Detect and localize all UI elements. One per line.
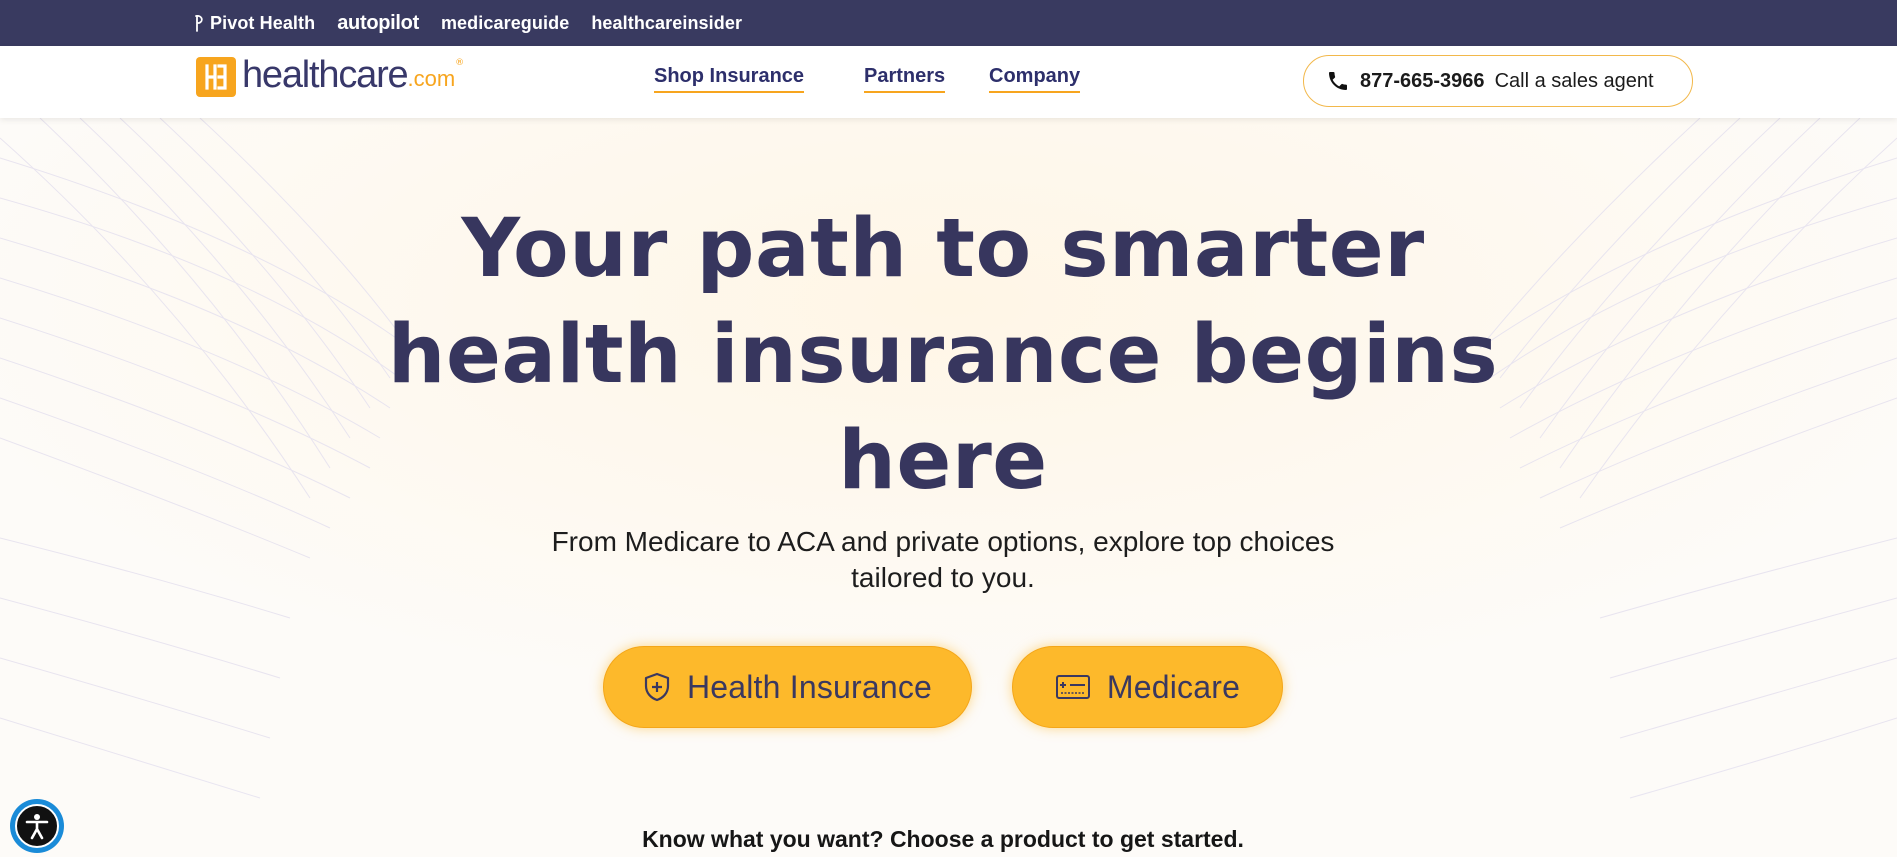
call-sales-button[interactable]: 877-665-3966 Call a sales agent xyxy=(1303,55,1693,107)
site-logo[interactable]: healthcare .com ® xyxy=(196,56,464,98)
hero-title-line: health insurance begins xyxy=(387,308,1499,402)
accessibility-icon xyxy=(25,814,49,840)
brand-bar: Pivot Health autopilot medicareguide hea… xyxy=(0,0,1897,46)
logo-mark-icon xyxy=(196,57,236,97)
nav-shop-insurance[interactable]: Shop Insurance xyxy=(654,65,805,93)
brand-link-healthcareinsider[interactable]: healthcareinsider xyxy=(591,13,742,34)
hero-title-line: here xyxy=(838,414,1048,508)
shield-plus-icon xyxy=(644,672,670,702)
phone-number: 877-665-3966 xyxy=(1360,69,1485,92)
brand-link-autopilot[interactable]: autopilot xyxy=(337,12,419,35)
medicare-label: Medicare xyxy=(1106,668,1241,705)
medicare-card-icon xyxy=(1055,675,1090,699)
hero-title-line: Your path to smarter xyxy=(461,202,1425,296)
phone-label: Call a sales agent xyxy=(1494,69,1654,92)
phone-icon xyxy=(1329,72,1347,90)
brand-label: Pivot Health xyxy=(210,12,316,33)
logo-registered-mark: ® xyxy=(455,58,465,68)
accessibility-button[interactable] xyxy=(10,799,64,853)
brand-link-medicareguide[interactable]: medicareguide xyxy=(441,13,569,34)
nav-company[interactable]: Company xyxy=(989,65,1081,93)
hero-title: Your path to smarter health insurance be… xyxy=(0,196,1886,514)
pivot-health-icon xyxy=(195,15,203,32)
product-prompt: Know what you want? Choose a product to … xyxy=(642,826,1244,852)
hero-subtitle-line: tailored to you. xyxy=(851,562,1035,593)
brand-link-pivot-health[interactable]: Pivot Health xyxy=(192,13,315,34)
nav-partners[interactable]: Partners xyxy=(864,65,946,93)
hero-subtitle: From Medicare to ACA and private options… xyxy=(0,524,1886,596)
logo-text: healthcare xyxy=(242,54,409,96)
health-insurance-label: Health Insurance xyxy=(686,668,933,705)
site-header: healthcare .com ® Shop Insurance Partner… xyxy=(0,46,1897,118)
health-insurance-button[interactable]: Health Insurance xyxy=(603,646,972,728)
logo-suffix: .com xyxy=(407,66,456,91)
medicare-button[interactable]: Medicare xyxy=(1012,646,1283,728)
hero-subtitle-line: From Medicare to ACA and private options… xyxy=(551,526,1335,557)
